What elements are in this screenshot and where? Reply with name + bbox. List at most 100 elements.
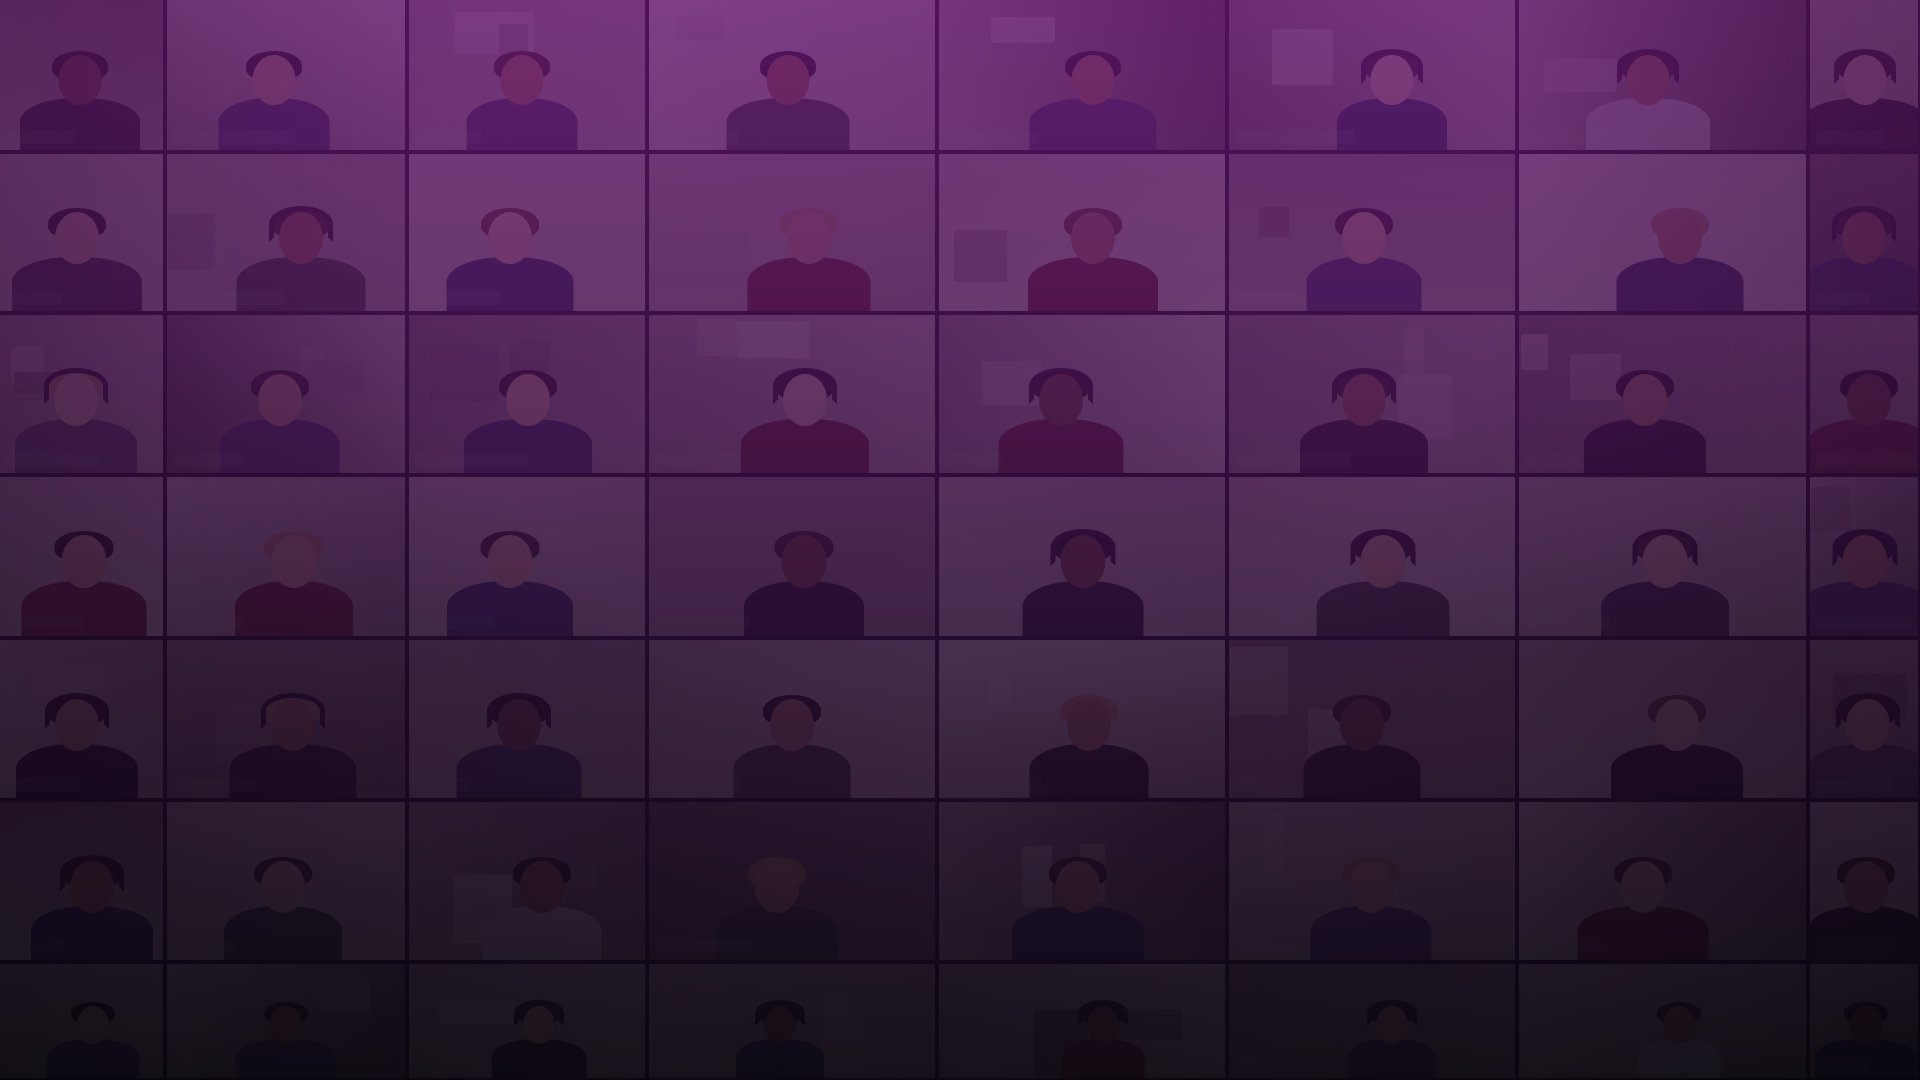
participant-face	[271, 535, 317, 588]
participant-face	[1843, 861, 1888, 913]
participant-body	[1306, 257, 1422, 311]
participant-body	[1637, 1039, 1722, 1078]
participant-body	[1310, 906, 1432, 960]
background-object	[439, 1000, 515, 1024]
background-object	[1272, 29, 1333, 85]
participant-name-label	[1235, 130, 1354, 144]
participant-face	[1348, 861, 1393, 913]
background-object	[450, 659, 479, 686]
participant-body	[1316, 581, 1450, 636]
participant-name-label	[655, 1058, 757, 1072]
participant-name-label	[655, 453, 738, 467]
participant-tile	[1229, 477, 1515, 636]
participant-body	[1616, 257, 1744, 311]
participant-name-label	[173, 130, 289, 144]
background-object	[1811, 487, 1850, 532]
participant-body	[1583, 419, 1706, 473]
participant-face	[1663, 1006, 1696, 1044]
participant-name-label	[1525, 1058, 1625, 1072]
participant-tile	[1810, 477, 1918, 636]
participant-name-label	[1816, 616, 1913, 630]
participant-tile	[939, 315, 1225, 473]
background-object	[988, 678, 1011, 704]
participant-tile	[409, 640, 645, 798]
background-object	[1570, 354, 1621, 400]
headphones-icon	[1050, 529, 1116, 566]
participant-face	[1055, 861, 1100, 913]
participant-body	[235, 581, 354, 636]
participant-name-label	[1525, 291, 1604, 305]
participant-name-label	[1816, 130, 1885, 144]
participant-tile	[649, 640, 935, 798]
participant-grid	[0, 0, 1920, 1080]
participant-name-label	[945, 940, 1007, 954]
participant-name-label	[1525, 453, 1582, 467]
headphones-icon	[513, 1000, 564, 1026]
participant-tile	[1519, 802, 1806, 960]
participant-face	[487, 535, 533, 588]
participant-tile	[649, 315, 935, 473]
participant-tile	[1229, 802, 1515, 960]
participant-name-label	[655, 130, 739, 144]
participant-name-label	[6, 130, 75, 144]
participant-tile	[409, 477, 645, 636]
participant-tile	[167, 0, 405, 150]
participant-name-label	[1235, 291, 1297, 305]
participant-name-label	[945, 291, 998, 305]
participant-face	[781, 535, 827, 588]
participant-face	[754, 861, 799, 913]
participant-tile	[167, 640, 405, 798]
headphones-icon	[773, 368, 838, 404]
participant-face	[1655, 699, 1700, 751]
participant-body	[1611, 744, 1744, 798]
participant-tile	[167, 315, 405, 473]
participant-body	[1011, 906, 1144, 960]
participant-name-label	[1816, 940, 1896, 954]
participant-face	[261, 861, 306, 913]
participant-tile	[1810, 315, 1918, 473]
participant-tile	[409, 154, 645, 311]
participant-tile	[1229, 154, 1515, 311]
headphones-icon	[1832, 529, 1898, 566]
background-object	[1264, 811, 1284, 870]
participant-body	[224, 906, 343, 960]
participant-name-label	[6, 616, 85, 630]
participant-tile	[1519, 315, 1806, 473]
participant-face	[1070, 212, 1115, 264]
participant-face	[58, 55, 102, 105]
participant-name-label	[6, 940, 66, 954]
participant-name-label	[173, 453, 242, 467]
headphones-icon	[1331, 368, 1396, 404]
participant-name-label	[655, 291, 743, 305]
participant-tile	[1519, 0, 1806, 150]
participant-tile	[1519, 640, 1806, 798]
participant-face	[520, 861, 565, 913]
background-object	[823, 1010, 865, 1069]
participant-tile	[1810, 0, 1918, 150]
participant-name-label	[415, 778, 469, 792]
headphones-icon	[1366, 1000, 1417, 1026]
participant-name-label	[415, 130, 481, 144]
participant-tile	[0, 802, 163, 960]
participant-name-label	[173, 778, 255, 792]
headphones-icon	[1077, 1000, 1128, 1026]
participant-name-label	[173, 940, 234, 954]
headphones-icon	[45, 693, 109, 729]
participant-name-label	[655, 940, 753, 954]
participant-body	[1029, 744, 1149, 798]
participant-name-label	[415, 453, 529, 467]
participant-body	[456, 744, 582, 798]
participant-face	[252, 55, 296, 105]
participant-name-label	[1235, 940, 1305, 954]
participant-face	[1066, 699, 1111, 751]
headphones-icon	[60, 855, 125, 891]
participant-face	[500, 55, 544, 105]
participant-tile	[1229, 315, 1515, 473]
participant-face	[257, 374, 302, 426]
participant-name-label	[6, 291, 62, 305]
participant-face	[54, 212, 99, 264]
participant-body	[741, 419, 870, 473]
participant-name-label	[945, 616, 1011, 630]
participant-name-label	[6, 1058, 103, 1072]
participant-tile	[167, 802, 405, 960]
